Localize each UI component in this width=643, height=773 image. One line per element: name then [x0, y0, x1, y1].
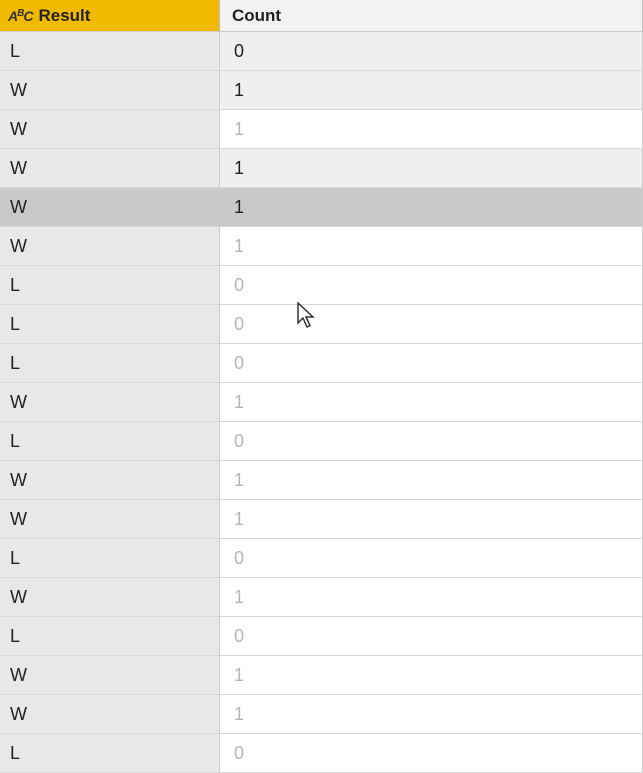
table-cell-count[interactable]: 0 [220, 32, 643, 71]
table-cell-count[interactable]: 1 [220, 71, 643, 110]
table-cell-result[interactable]: W [0, 227, 220, 266]
column-header-count[interactable]: Count [220, 0, 643, 32]
table-cell-count[interactable]: 1 [220, 500, 643, 539]
table-cell-count[interactable]: 1 [220, 227, 643, 266]
table-cell-count[interactable]: 0 [220, 305, 643, 344]
table-cell-count[interactable]: 0 [220, 422, 643, 461]
table-cell-count[interactable]: 1 [220, 578, 643, 617]
column-header-result-label: Result [38, 6, 90, 26]
table-cell-count[interactable]: 0 [220, 266, 643, 305]
table-cell-count[interactable]: 1 [220, 188, 643, 227]
column-header-result[interactable]: ABC Result [0, 0, 220, 32]
table-cell-count[interactable]: 0 [220, 344, 643, 383]
table-cell-result[interactable]: L [0, 305, 220, 344]
table-cell-result[interactable]: W [0, 578, 220, 617]
datatype-text-icon: ABC [8, 8, 32, 24]
table-cell-result[interactable]: L [0, 32, 220, 71]
table-cell-result[interactable]: L [0, 539, 220, 578]
table-cell-result[interactable]: L [0, 617, 220, 656]
table-cell-result[interactable]: W [0, 656, 220, 695]
table-cell-count[interactable]: 1 [220, 110, 643, 149]
table-cell-result[interactable]: L [0, 734, 220, 773]
table-cell-count[interactable]: 1 [220, 149, 643, 188]
table-cell-result[interactable]: W [0, 383, 220, 422]
table-cell-result[interactable]: W [0, 695, 220, 734]
table-cell-count[interactable]: 1 [220, 656, 643, 695]
table-cell-count[interactable]: 1 [220, 461, 643, 500]
table-cell-result[interactable]: L [0, 422, 220, 461]
table-cell-result[interactable]: W [0, 500, 220, 539]
column-count: Count 0111110001011010110 [220, 0, 643, 773]
table-cell-count[interactable]: 0 [220, 734, 643, 773]
table-cell-count[interactable]: 0 [220, 617, 643, 656]
table-cell-result[interactable]: W [0, 461, 220, 500]
table-cell-count[interactable]: 1 [220, 383, 643, 422]
table-cell-result[interactable]: W [0, 71, 220, 110]
column-result: ABC Result LWWWWWLLLWLWWLWLWWL [0, 0, 220, 773]
table-cell-result[interactable]: W [0, 149, 220, 188]
column-header-count-label: Count [232, 6, 281, 26]
table-cell-result[interactable]: W [0, 188, 220, 227]
table-cell-result[interactable]: L [0, 266, 220, 305]
table-cell-result[interactable]: W [0, 110, 220, 149]
table-cell-result[interactable]: L [0, 344, 220, 383]
data-table: ABC Result LWWWWWLLLWLWWLWLWWL Count 011… [0, 0, 643, 773]
table-cell-count[interactable]: 0 [220, 539, 643, 578]
table-cell-count[interactable]: 1 [220, 695, 643, 734]
